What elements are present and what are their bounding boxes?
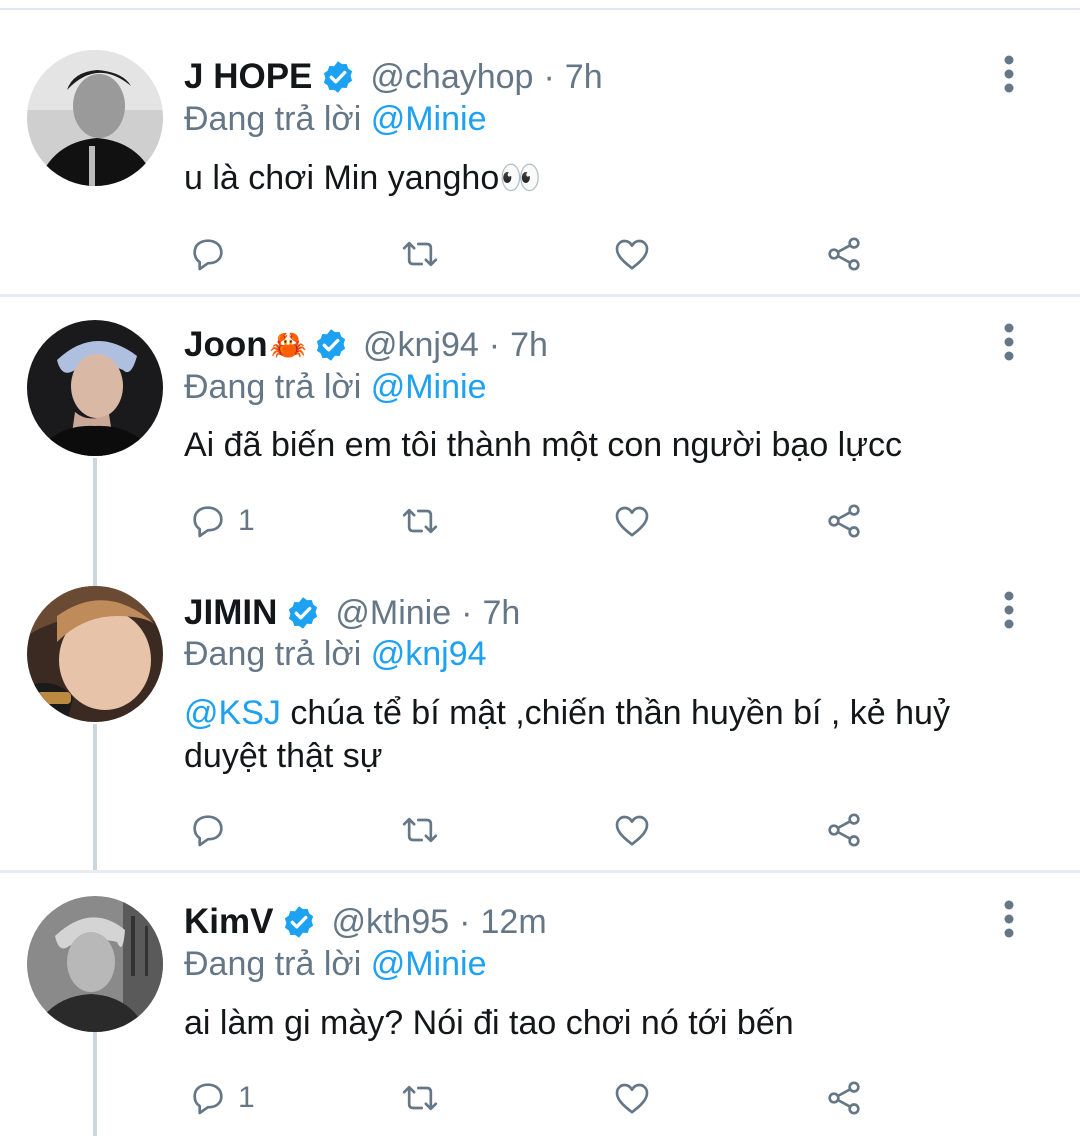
tweet-text-content: ai làm gi mày? Nói đi tao chơi nó tới bế… <box>184 1004 794 1042</box>
reply-button[interactable] <box>188 229 238 279</box>
more-vertical-icon[interactable] <box>996 54 1022 94</box>
heart-icon <box>615 239 649 270</box>
reply-icon <box>193 815 223 847</box>
tweet-actions <box>0 229 1080 279</box>
tweet-text-content: u là chơi Min yangho👀 <box>184 159 542 197</box>
share-icon <box>828 237 860 271</box>
more-vertical-icon[interactable] <box>996 590 1022 630</box>
retweet-icon <box>402 241 438 267</box>
user-handle[interactable]: @knj94 <box>363 326 479 365</box>
separator-dot: · <box>543 57 555 96</box>
display-name[interactable]: J HOPE <box>184 57 312 97</box>
avatar[interactable] <box>27 586 163 722</box>
timestamp[interactable]: 7h <box>510 326 548 365</box>
like-button[interactable] <box>612 805 652 855</box>
replying-label: Đang trả lời <box>184 368 362 406</box>
more-vertical-icon[interactable] <box>996 899 1022 939</box>
retweet-button[interactable] <box>400 496 440 546</box>
tweet-text: @KSJ chúa tể bí mật ,chiến thần huyền bí… <box>184 692 1024 778</box>
reply-count: 1 <box>238 1081 255 1114</box>
retweet-icon <box>402 817 438 843</box>
reply-to-mention[interactable]: @knj94 <box>371 635 487 673</box>
replying-to: Đang trả lời @Minie <box>184 368 486 407</box>
display-name[interactable]: KimV <box>184 902 273 942</box>
timestamp[interactable]: 7h <box>565 58 603 97</box>
replying-label: Đang trả lời <box>184 635 362 673</box>
separator-dot: · <box>488 325 501 364</box>
tweet-divider <box>0 294 1080 297</box>
tweet-actions <box>0 805 1080 855</box>
reply-icon <box>193 1083 223 1115</box>
share-button[interactable] <box>824 496 864 546</box>
display-name[interactable]: JIMIN <box>184 593 277 633</box>
retweet-icon <box>402 1085 438 1111</box>
reply-to-mention[interactable]: @Minie <box>371 100 487 138</box>
tweet-text: u là chơi Min yangho👀 <box>184 157 1024 200</box>
share-icon <box>828 1081 860 1115</box>
replying-label: Đang trả lời <box>184 945 362 983</box>
tweet-actions: 1 <box>0 496 1080 546</box>
top-divider <box>0 8 1080 10</box>
user-handle[interactable]: @chayhop <box>370 58 533 97</box>
reply-button[interactable]: 1 <box>188 1073 255 1123</box>
share-icon <box>828 813 860 847</box>
avatar[interactable] <box>27 896 163 1032</box>
reply-to-mention[interactable]: @Minie <box>371 945 487 983</box>
verified-badge-icon <box>289 597 318 629</box>
avatar[interactable] <box>27 50 163 186</box>
tweet-text-content: chúa tể bí mật ,chiến thần huyền bí , kẻ… <box>184 694 950 775</box>
like-button[interactable] <box>612 496 652 546</box>
heart-icon <box>615 506 649 537</box>
reply-icon <box>193 239 223 271</box>
retweet-button[interactable] <box>400 1073 440 1123</box>
heart-icon <box>615 815 649 846</box>
name-emoji: 🦀 <box>269 328 307 362</box>
share-icon <box>828 504 860 538</box>
tweet-actions: 1 <box>0 1073 1080 1123</box>
replying-to: Đang trả lời @Minie <box>184 945 486 984</box>
separator-dot: · <box>459 902 471 941</box>
reply-to-mention[interactable]: @Minie <box>371 368 487 406</box>
retweet-icon <box>402 508 438 534</box>
tweet-text: Ai đã biến em tôi thành một con người bạ… <box>184 424 1024 467</box>
verified-badge-icon <box>316 329 346 361</box>
user-handle[interactable]: @Minie <box>335 594 451 633</box>
display-name[interactable]: Joon <box>184 325 268 365</box>
verified-badge-icon <box>324 61 353 93</box>
tweet-text-content: Ai đã biến em tôi thành một con người bạ… <box>184 426 902 464</box>
separator-dot: · <box>461 593 473 632</box>
verified-badge-icon <box>285 906 314 938</box>
share-button[interactable] <box>824 229 864 279</box>
replying-to: Đang trả lời @knj94 <box>184 635 487 674</box>
timestamp[interactable]: 12m <box>481 903 547 942</box>
tweet-text: ai làm gi mày? Nói đi tao chơi nó tới bế… <box>184 1002 1024 1045</box>
retweet-button[interactable] <box>400 805 440 855</box>
reply-icon <box>193 506 223 538</box>
like-button[interactable] <box>612 1073 652 1123</box>
retweet-button[interactable] <box>400 229 440 279</box>
reply-count: 1 <box>238 504 255 537</box>
share-button[interactable] <box>824 1073 864 1123</box>
replying-label: Đang trả lời <box>184 100 362 138</box>
share-button[interactable] <box>824 805 864 855</box>
reply-button[interactable]: 1 <box>188 496 255 546</box>
avatar[interactable] <box>27 320 163 456</box>
heart-icon <box>615 1083 649 1114</box>
replying-to: Đang trả lời @Minie <box>184 100 486 139</box>
tweet-divider <box>0 870 1080 873</box>
timestamp[interactable]: 7h <box>482 594 520 633</box>
user-handle[interactable]: @kth95 <box>331 903 449 942</box>
like-button[interactable] <box>612 229 652 279</box>
tweet-text-mention[interactable]: @KSJ <box>184 694 281 732</box>
reply-button[interactable] <box>188 805 238 855</box>
more-vertical-icon[interactable] <box>996 322 1022 362</box>
